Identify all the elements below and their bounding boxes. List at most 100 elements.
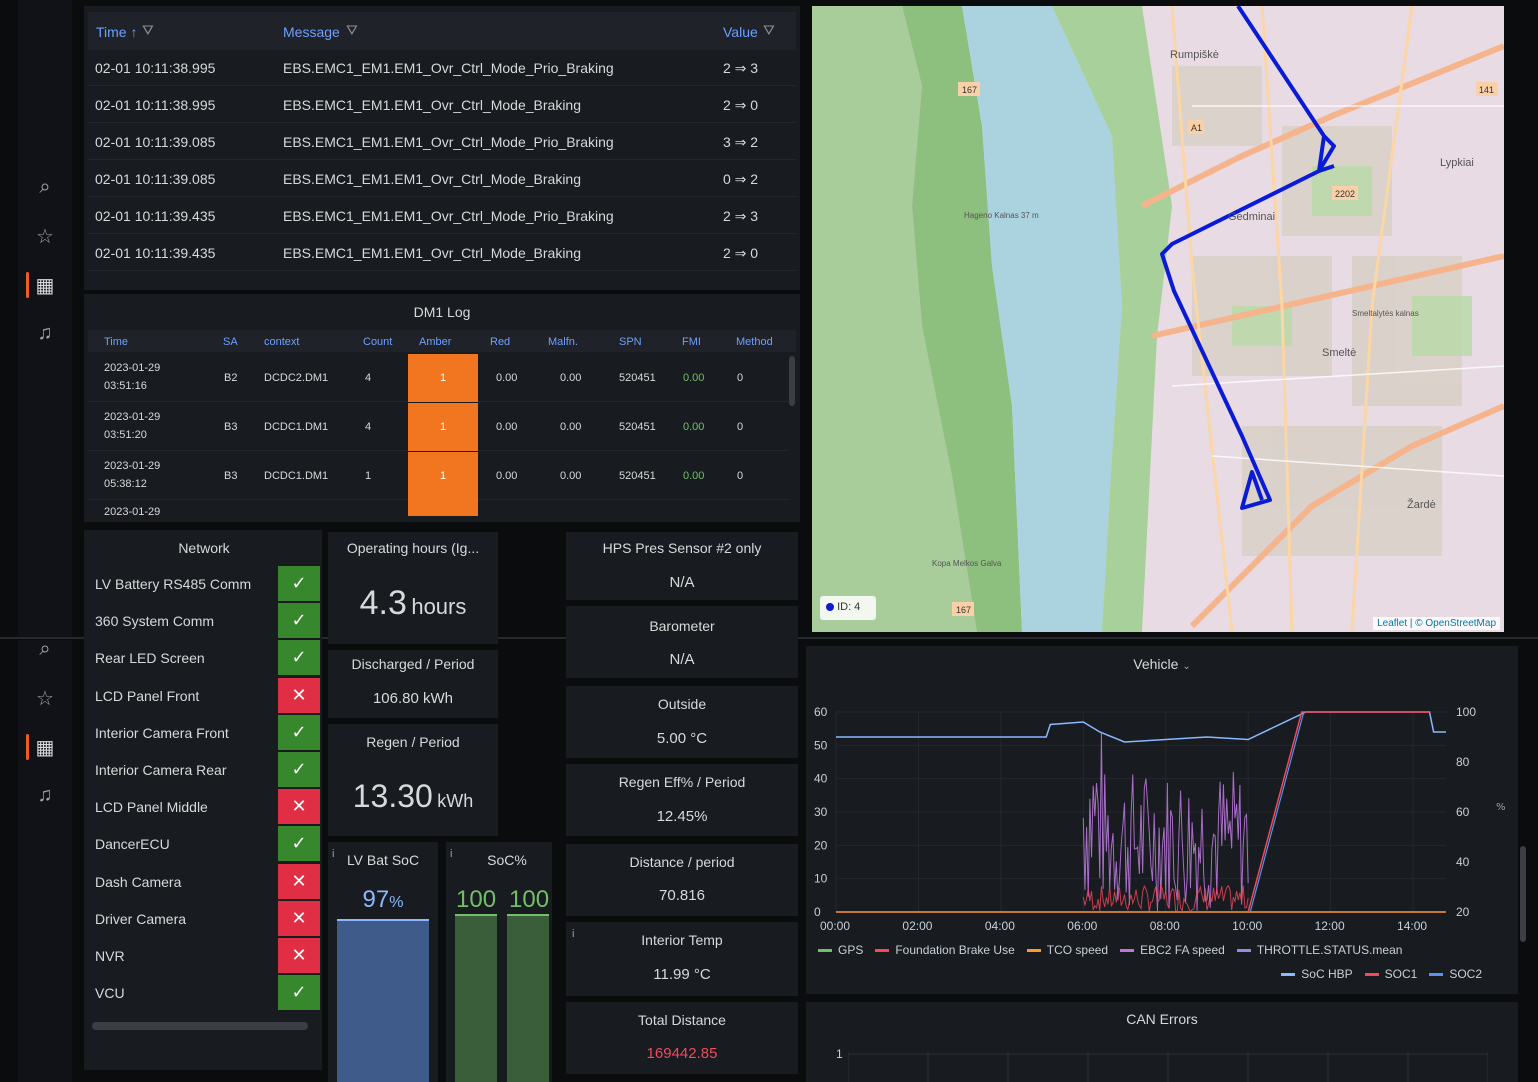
dm1-col-time[interactable]: Time <box>104 336 128 348</box>
discharged-panel: Discharged / Period 106.80 kWh <box>328 650 498 718</box>
network-scrollbar[interactable] <box>92 1022 308 1030</box>
message-time-cell: 02-01 10:11:39.085 <box>95 171 216 187</box>
dm1-fmi-cell: 0.00 <box>683 421 705 433</box>
map-label: Smeltalytės kalnas <box>1352 309 1419 318</box>
bell-icon[interactable]: ♫ <box>18 784 72 807</box>
filter-icon[interactable]: ⛛ <box>763 22 775 39</box>
dm1-sa-cell: B3 <box>224 421 238 433</box>
bell-icon[interactable]: ♫ <box>18 322 72 345</box>
page-scrollbar[interactable] <box>1520 846 1526 942</box>
dm1-col-sa[interactable]: SA <box>223 336 238 348</box>
legend-item[interactable]: SoC HBP <box>1281 967 1353 981</box>
route-map[interactable]: Rumpiškė Lypkiai Smeltė Žardė Gedminai K… <box>812 6 1504 632</box>
vehicle-chart-legend-2: SoC HBP SOC1 SOC2 <box>818 965 1494 983</box>
network-row: NVR ✕ <box>88 938 320 974</box>
dashboards-icon[interactable]: ▦ <box>18 273 72 298</box>
regen-eff-panel: Regen Eff% / Period 12.45% <box>566 764 798 836</box>
legend-item[interactable]: TCO speed <box>1026 943 1109 957</box>
message-column-header[interactable]: Message <box>283 24 340 40</box>
check-icon: ✓ <box>278 975 320 1011</box>
legend-swatch <box>818 949 832 953</box>
dm1-col-amber[interactable]: Amber <box>419 336 451 348</box>
legend-item[interactable]: GPS <box>818 943 863 957</box>
legend-item[interactable]: SOC2 <box>1429 967 1482 981</box>
message-message-cell: EBS.EMC1_EM1.EM1_Ovr_Ctrl_Mode_Braking <box>283 97 582 113</box>
legend-item[interactable]: Foundation Brake Use <box>875 943 1015 957</box>
hps-title: HPS Pres Sensor #2 only <box>602 540 762 556</box>
soc-panel: i SoC% 100 100 <box>446 842 552 1082</box>
message-row[interactable]: 02-01 10:11:39.085 EBS.EMC1_EM1.EM1_Ovr_C… <box>88 161 796 197</box>
dm1-scrollbar[interactable] <box>789 356 795 406</box>
network-item-label: Interior Camera Rear <box>95 762 227 778</box>
dm1-malfn-cell: 0.00 <box>560 470 582 482</box>
y2-tick-label: 100 <box>1456 705 1476 719</box>
message-row[interactable]: 02-01 10:11:39.435 EBS.EMC1_EM1.EM1_Ovr_C… <box>88 235 796 271</box>
time-column-header[interactable]: Time ↑ <box>96 24 137 40</box>
network-item-label: 360 System Comm <box>95 613 215 630</box>
legend-item[interactable]: EBC2 FA speed <box>1120 943 1225 957</box>
can-errors-y-tick: 1 <box>836 1047 843 1061</box>
legend-swatch <box>1429 973 1444 977</box>
dm1-col-count[interactable]: Count <box>363 336 392 348</box>
network-row: 360 System Comm ✓ <box>88 603 320 639</box>
message-row[interactable]: 02-01 10:11:38.995 EBS.EMC1_EM1.EM1_Ovr_C… <box>88 50 796 86</box>
x-tick-label: 04:00 <box>985 919 1015 933</box>
dm1-malfn-cell: 0.00 <box>560 372 582 384</box>
message-time-cell: 02-01 10:11:39.085 <box>95 134 216 150</box>
dm1-col-context[interactable]: context <box>264 336 299 348</box>
can-errors-grid <box>848 1052 1488 1082</box>
message-time-cell: 02-01 10:11:39.435 <box>95 208 216 224</box>
star-icon[interactable]: ☆ <box>18 686 72 711</box>
info-icon[interactable]: i <box>450 848 452 860</box>
sidebar-bottom: ⌕ ☆ ▦ ♫ <box>18 638 72 1082</box>
legend-label: SoC HBP <box>1301 967 1353 981</box>
dm1-date-cell: 2023-01-29 <box>104 411 161 423</box>
dashboards-icon[interactable]: ▦ <box>18 735 72 760</box>
network-item-label: VCU <box>95 985 125 1002</box>
can-errors-title: CAN Errors <box>1126 1011 1198 1027</box>
y2-tick-label: 60 <box>1456 805 1470 819</box>
network-row: Dash Camera ✕ <box>88 863 320 900</box>
network-row: LCD Panel Front ✕ <box>88 677 320 714</box>
filter-icon[interactable]: ⛛ <box>346 22 358 39</box>
message-time-cell: 02-01 10:11:38.995 <box>95 97 216 113</box>
search-icon[interactable]: ⌕ <box>18 638 72 661</box>
legend-label: SOC2 <box>1449 967 1482 981</box>
value-column-header[interactable]: Value <box>723 24 758 40</box>
map-legend: ID: 4 <box>820 596 876 620</box>
dm1-clock-cell: 03:51:16 <box>104 380 147 392</box>
dm1-col-red[interactable]: Red <box>490 336 510 348</box>
message-message-cell: EBS.EMC1_EM1.EM1_Ovr_Ctrl_Mode_Prio_Brak… <box>283 208 614 224</box>
dm1-col-malfn[interactable]: Malfn. <box>548 336 578 348</box>
dm1-context-cell: DCDC1.DM1 <box>264 470 329 482</box>
map-label: Rumpiškė <box>1170 49 1219 61</box>
message-row[interactable]: 02-01 10:11:39.085 EBS.EMC1_EM1.EM1_Ovr_C… <box>88 124 796 160</box>
dm1-col-fmi[interactable]: FMI <box>682 336 701 348</box>
soc-value-2: 100 <box>509 886 550 913</box>
network-item-label: Dash Camera <box>95 873 182 890</box>
x-tick-label: 10:00 <box>1232 919 1262 933</box>
dm1-log-title: DM1 Log <box>413 304 471 320</box>
legend-item[interactable]: THROTTLE.STATUS.mean <box>1236 943 1402 957</box>
dm1-date-cell: 2023-01-29 <box>104 362 161 374</box>
hps-panel: HPS Pres Sensor #2 only N/A <box>566 532 798 600</box>
y2-tick-label: 20 <box>1456 905 1470 919</box>
distance-value: 70.816 <box>659 887 705 904</box>
legend-item[interactable]: SOC1 <box>1364 967 1417 981</box>
map-attribution[interactable]: Leaflet | © OpenStreetMap <box>1373 617 1500 630</box>
dm1-col-spn[interactable]: SPN <box>619 336 642 348</box>
legend-label: TCO speed <box>1046 943 1109 957</box>
dm1-col-method[interactable]: Method <box>736 336 773 348</box>
search-icon[interactable]: ⌕ <box>18 176 72 199</box>
message-row[interactable]: 02-01 10:11:38.995 EBS.EMC1_EM1.EM1_Ovr_C… <box>88 87 796 123</box>
message-row[interactable]: 02-01 10:11:39.435 EBS.EMC1_EM1.EM1_Ovr_C… <box>88 198 796 234</box>
filter-icon[interactable]: ⛛ <box>142 22 154 39</box>
interior-temp-value: 11.99 °C <box>653 966 711 983</box>
y-tick-label: 0 <box>814 905 821 919</box>
barometer-value: N/A <box>669 651 695 668</box>
y-tick-label: 20 <box>814 838 828 852</box>
map-label: Kopa Melkos Galva <box>932 559 1002 568</box>
road-shield: 167 <box>956 605 971 615</box>
network-item-label: LCD Panel Middle <box>95 799 208 816</box>
star-icon[interactable]: ☆ <box>18 224 72 249</box>
